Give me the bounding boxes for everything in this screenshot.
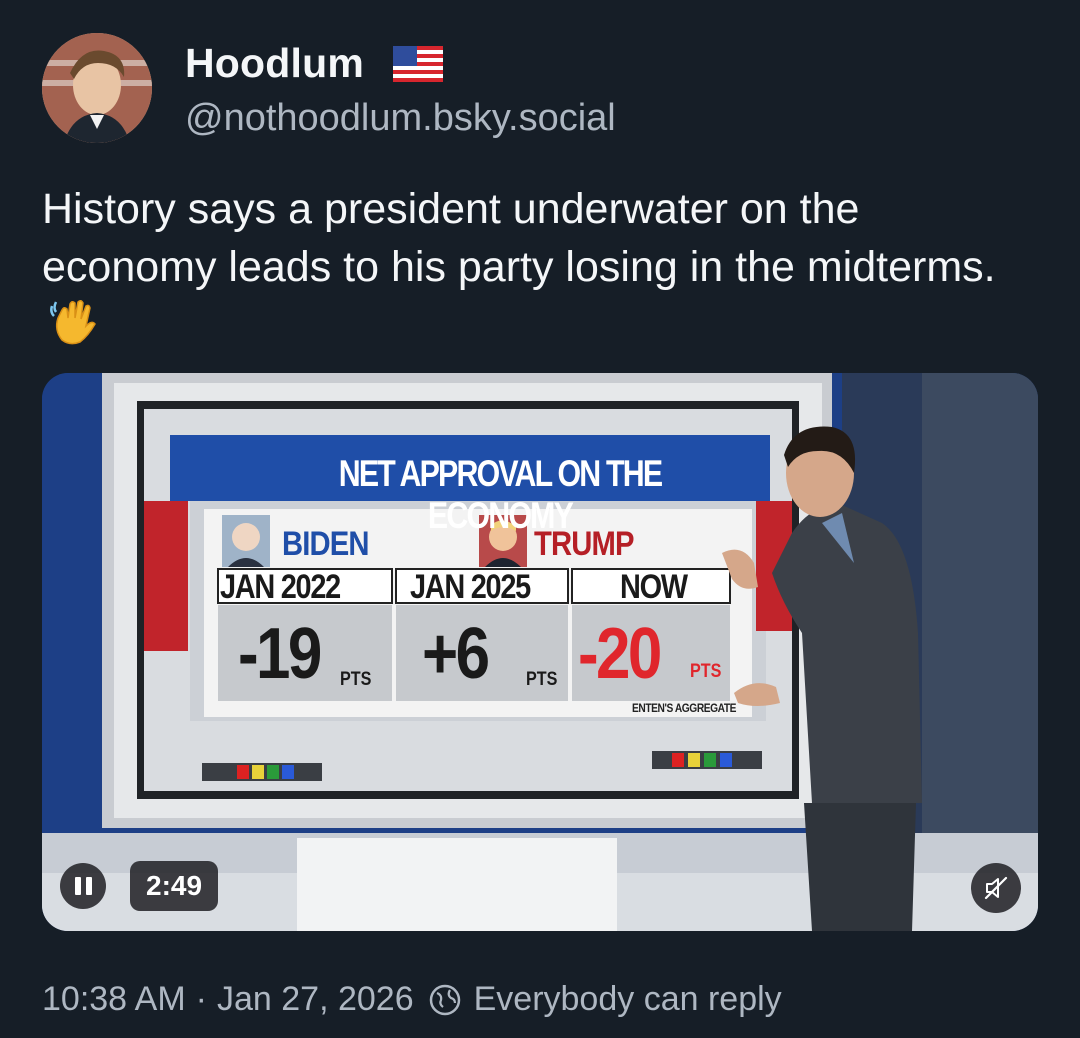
video-duration[interactable]: 2:49: [130, 861, 219, 911]
post-body: History says a president underwater on t…: [42, 185, 996, 291]
author-handle[interactable]: @nothoodlum.bsky.social: [185, 97, 616, 140]
post-time: 10:38 AM: [42, 980, 186, 1018]
avatar[interactable]: [42, 33, 152, 143]
video-player[interactable]: NET APPROVAL ON THE ECONOMY BIDEN TRUMP …: [42, 373, 1038, 931]
post-text: History says a president underwater on t…: [42, 180, 1042, 355]
display-name[interactable]: Hoodlum: [185, 40, 364, 87]
column-value-1: -19: [238, 614, 322, 694]
mute-button[interactable]: [971, 863, 1021, 913]
pause-icon: [74, 877, 81, 895]
source-label: ENTEN'S AGGREGATE: [632, 701, 737, 715]
column-value-3: -20: [578, 614, 662, 694]
muted-speaker-icon: [984, 876, 1008, 900]
reply-setting[interactable]: Everybody can reply: [474, 980, 782, 1019]
post-meta: 10:38 AM · Jan 27, 2026 Everybody can re…: [42, 980, 782, 1019]
column-unit-3: PTS: [690, 661, 722, 682]
column-date-3: NOW: [620, 568, 688, 606]
column-name-2: TRUMP: [534, 525, 635, 563]
meta-separator: ·: [195, 980, 207, 1018]
column-date-1: JAN 2022: [220, 568, 341, 606]
post-date: Jan 27, 2026: [216, 980, 414, 1018]
pause-button[interactable]: [60, 863, 106, 909]
column-value-2: +6: [422, 614, 490, 694]
column-name-1: BIDEN: [282, 525, 370, 563]
waving-hand-icon: [50, 299, 96, 345]
globe-icon: [429, 984, 460, 1015]
pause-icon-bar: [85, 877, 92, 895]
column-unit-2: PTS: [526, 669, 558, 690]
column-unit-1: PTS: [340, 669, 372, 690]
column-date-2: JAN 2025: [410, 568, 531, 606]
us-flag-icon: [393, 46, 443, 82]
